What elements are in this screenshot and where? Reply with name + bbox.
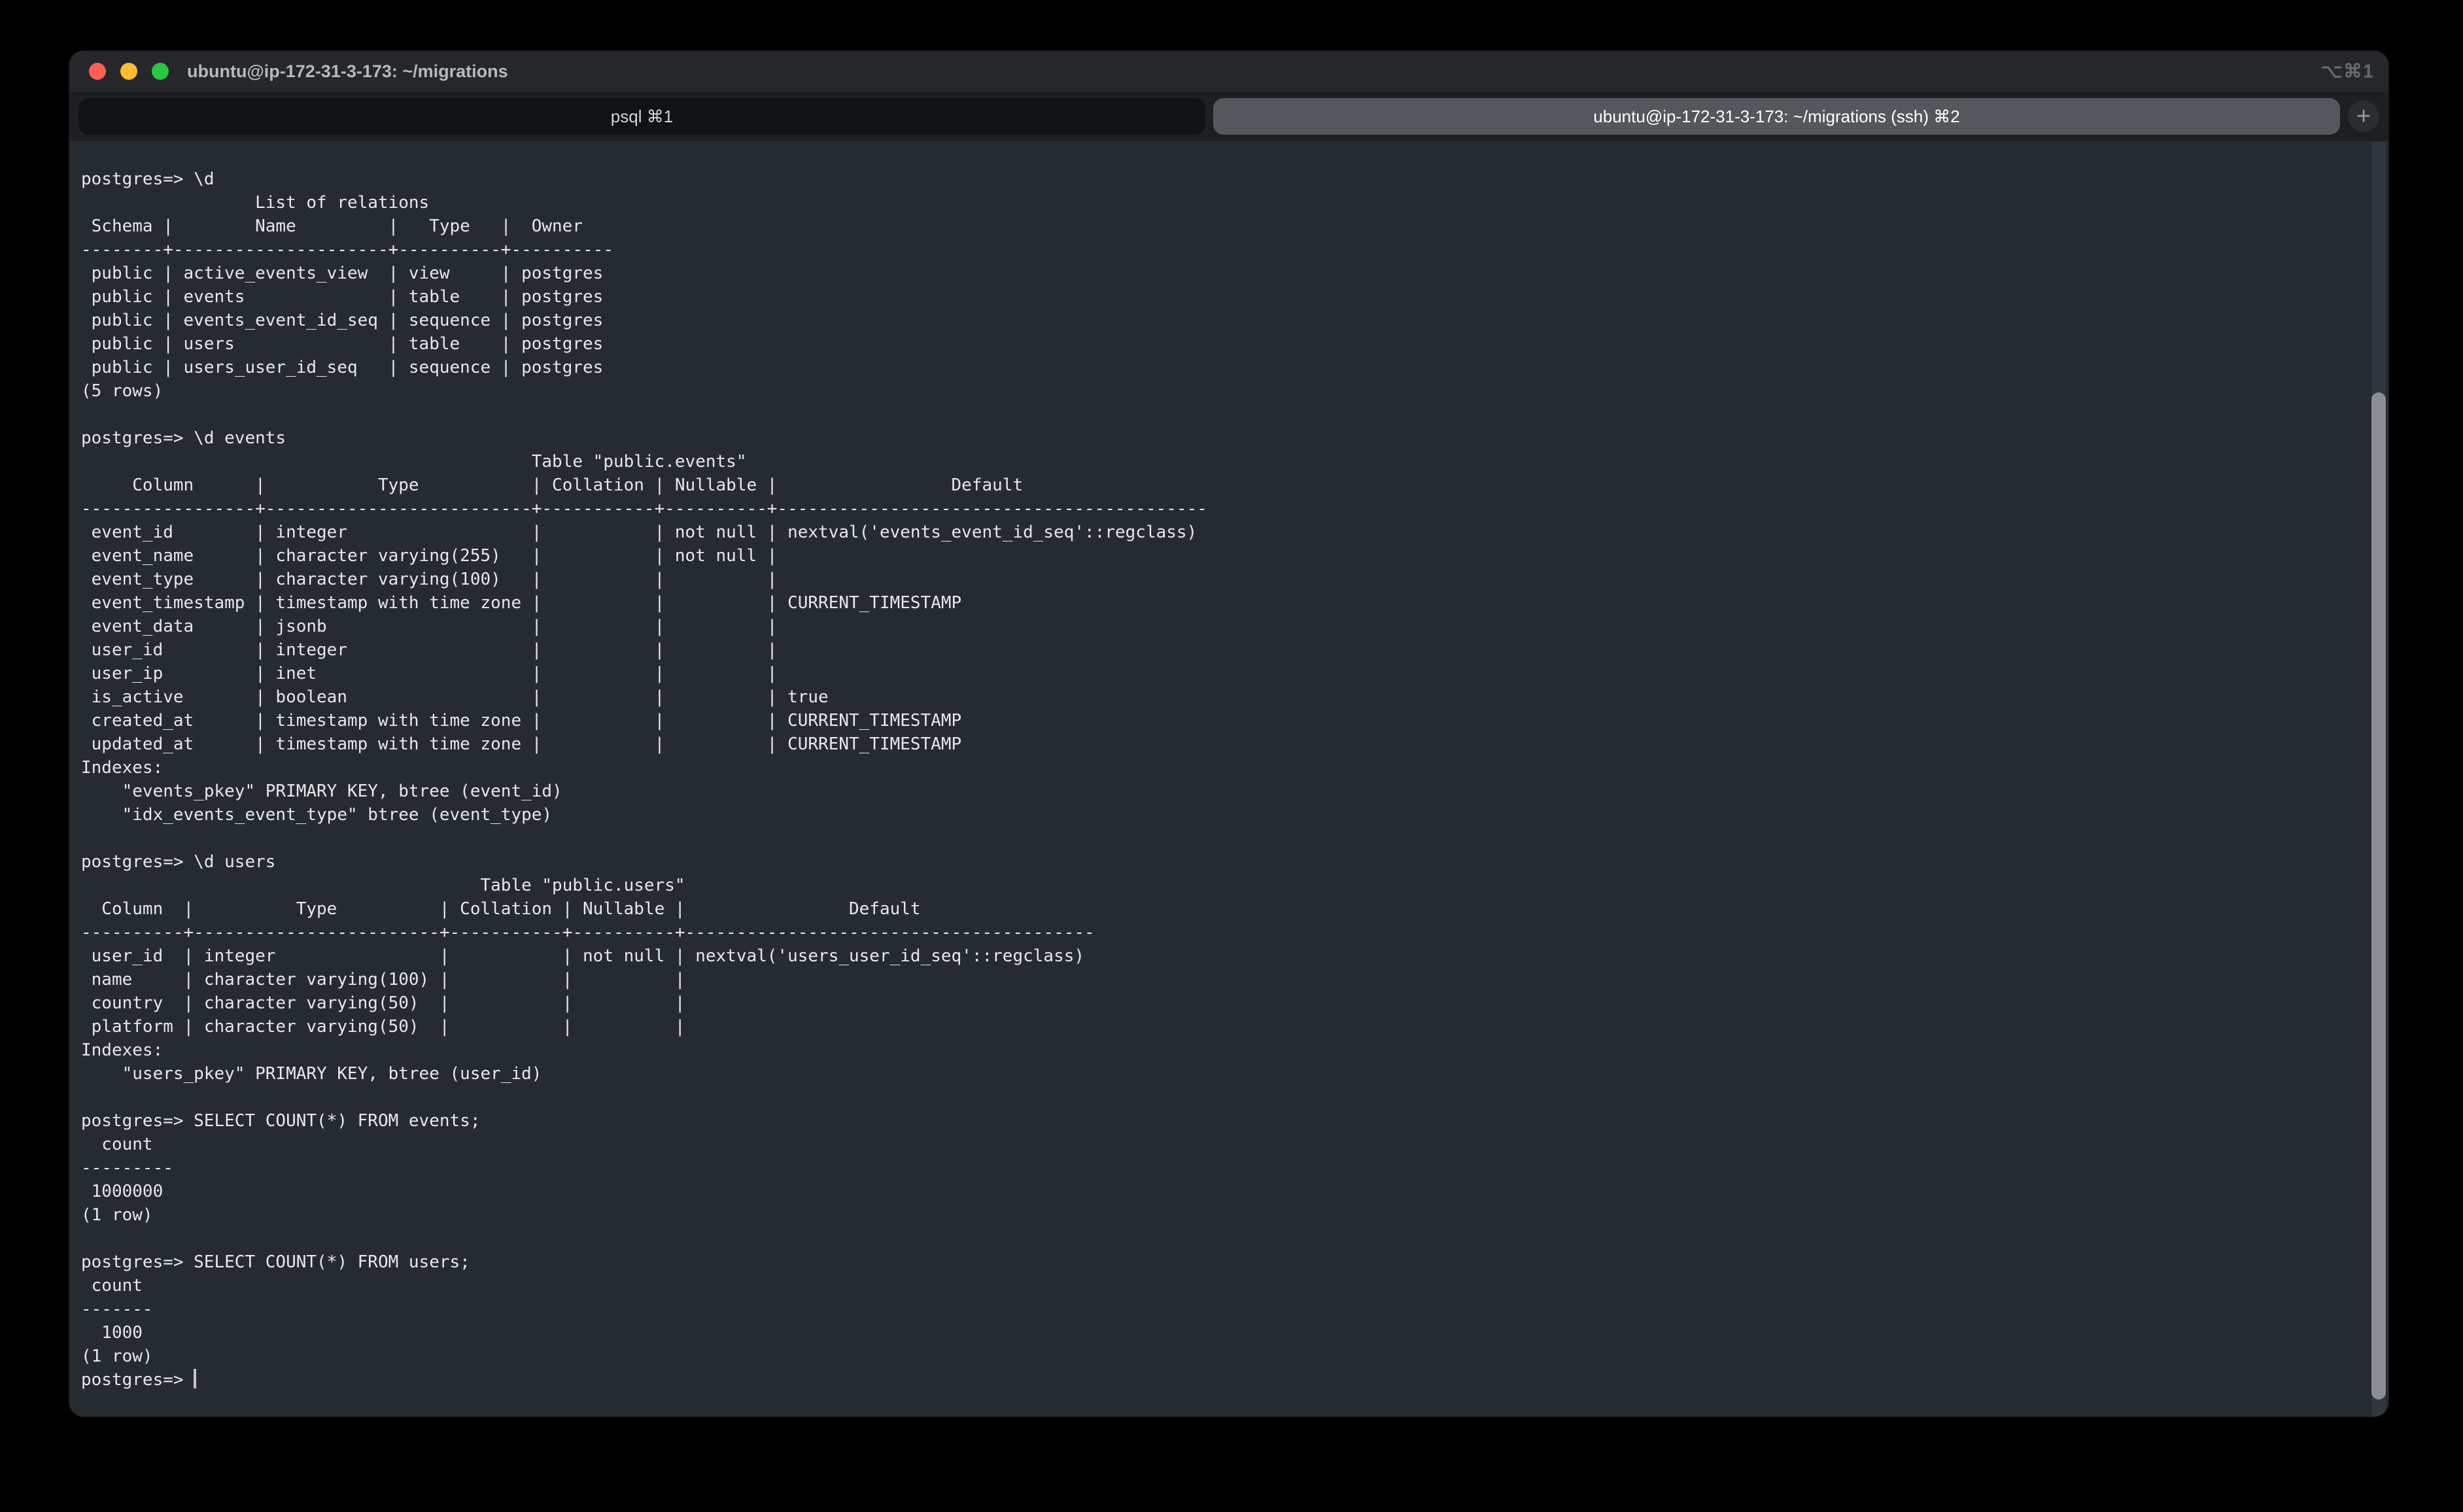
terminal-prompt: postgres=> — [81, 1370, 194, 1390]
scrollbar-thumb[interactable] — [2371, 392, 2386, 1400]
terminal-prompt-line: postgres=> — [69, 1368, 2388, 1392]
traffic-lights — [89, 63, 169, 80]
close-button[interactable] — [89, 63, 106, 80]
window-shortcut-badge: ⌥⌘1 — [2320, 60, 2374, 83]
terminal-output: postgres=> \d List of relations Schema |… — [69, 141, 2388, 1368]
terminal-body[interactable]: postgres=> \d List of relations Schema |… — [69, 141, 2388, 1417]
zoom-button[interactable] — [152, 63, 169, 80]
new-tab-button[interactable]: + — [2348, 101, 2379, 132]
minimize-button[interactable] — [120, 63, 137, 80]
terminal-window: ubuntu@ip-172-31-3-173: ~/migrations ⌥⌘1… — [69, 51, 2388, 1417]
window-titlebar[interactable]: ubuntu@ip-172-31-3-173: ~/migrations ⌥⌘1 — [69, 51, 2388, 92]
tab-bar: psql ⌘1 ubuntu@ip-172-31-3-173: ~/migrat… — [69, 92, 2388, 141]
window-title: ubuntu@ip-172-31-3-173: ~/migrations — [187, 61, 508, 82]
plus-icon: + — [2356, 104, 2371, 129]
tab-psql-label: psql ⌘1 — [611, 107, 673, 127]
terminal-cursor — [194, 1369, 196, 1388]
tab-psql[interactable]: psql ⌘1 — [78, 98, 1205, 135]
tab-ssh-migrations[interactable]: ubuntu@ip-172-31-3-173: ~/migrations (ss… — [1213, 98, 2340, 135]
tab-ssh-migrations-label: ubuntu@ip-172-31-3-173: ~/migrations (ss… — [1593, 107, 1959, 127]
